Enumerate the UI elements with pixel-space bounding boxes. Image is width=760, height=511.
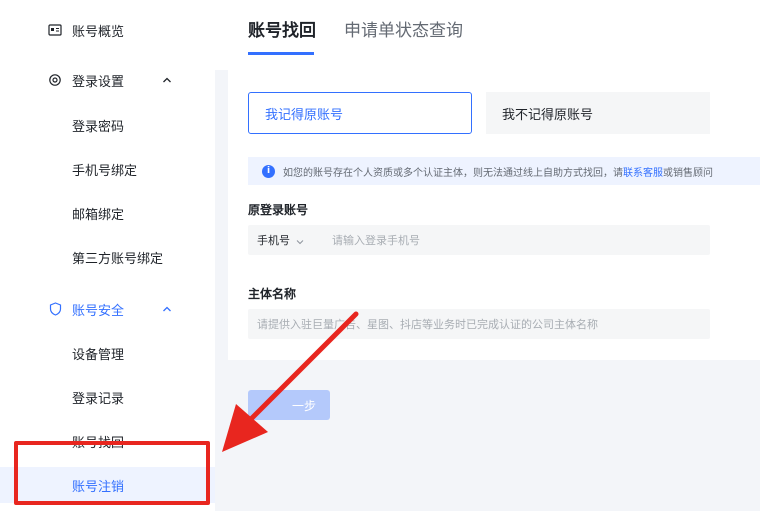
- sidebar-item-label: 手机号绑定: [72, 163, 138, 179]
- account-input-row: 手机号 请输入登录手机号: [248, 225, 710, 255]
- entity-name-label: 主体名称: [248, 287, 297, 301]
- highlight-box: [14, 441, 210, 505]
- next-step-label: 一步: [291, 398, 316, 413]
- sidebar-group-label: 登录设置: [72, 74, 125, 90]
- option-remember-account[interactable]: 我记得原账号: [248, 92, 472, 134]
- notice-tail: 或销售顾问: [663, 167, 713, 179]
- phone-input[interactable]: 请输入登录手机号: [324, 225, 710, 255]
- sidebar-item-email-bind[interactable]: 邮箱绑定: [0, 195, 215, 231]
- sidebar-item-login-records[interactable]: 登录记录: [0, 379, 215, 415]
- sidebar-item-device-management[interactable]: 设备管理: [0, 335, 215, 371]
- entity-name-input[interactable]: 请提供入驻巨量广告、星图、抖店等业务时已完成认证的公司主体名称: [248, 309, 710, 339]
- sidebar-item-phone-bind[interactable]: 手机号绑定: [0, 151, 215, 187]
- info-notice: i 如您的账号存在个人资质或多个认证主体，则无法通过线上自助方式找回，请 联系客服…: [248, 157, 760, 185]
- tab-bar: 账号找回 申请单状态查询: [215, 0, 760, 70]
- contact-support-link[interactable]: 联系客服: [623, 164, 663, 179]
- tab-account-recovery[interactable]: 账号找回: [248, 16, 316, 41]
- sidebar-group-label: 账号安全: [72, 303, 125, 319]
- chevron-up-icon: [161, 303, 173, 315]
- sidebar: 账号概览 登录设置 登录密码 手机号绑定 邮箱绑定 第三方账号绑定 账号安全 设…: [0, 0, 215, 511]
- sidebar-item-label: 登录密码: [72, 119, 125, 135]
- sidebar-item-label: 账号概览: [72, 24, 125, 40]
- info-icon: i: [262, 164, 275, 178]
- option-label: 我记得原账号: [265, 107, 344, 123]
- sidebar-item-login-password[interactable]: 登录密码: [0, 107, 215, 143]
- id-card-icon: [48, 23, 62, 37]
- sidebar-item-label: 设备管理: [72, 347, 125, 363]
- notice-text: 如您的账号存在个人资质或多个认证主体，则无法通过线上自助方式找回，请: [283, 167, 623, 179]
- shield-icon: [48, 302, 62, 316]
- sidebar-group-login-settings[interactable]: 登录设置: [0, 62, 215, 98]
- chevron-down-icon: [296, 236, 304, 245]
- sidebar-item-label: 邮箱绑定: [72, 207, 125, 223]
- account-type-value: 手机号: [257, 234, 290, 247]
- original-account-label: 原登录账号: [248, 203, 309, 217]
- option-forgot-account[interactable]: 我不记得原账号: [486, 92, 710, 134]
- entity-input-row: 请提供入驻巨量广告、星图、抖店等业务时已完成认证的公司主体名称: [248, 309, 710, 339]
- sidebar-item-label: 第三方账号绑定: [72, 251, 164, 267]
- active-tab-indicator: [248, 52, 314, 55]
- tab-status-query[interactable]: 申请单状态查询: [344, 16, 463, 41]
- sidebar-group-account-security[interactable]: 账号安全: [0, 291, 215, 327]
- account-type-select[interactable]: 手机号: [248, 232, 324, 248]
- option-label: 我不记得原账号: [502, 107, 594, 123]
- sidebar-item-label: 登录记录: [72, 391, 125, 407]
- next-step-button[interactable]: 一步: [248, 390, 330, 420]
- sidebar-item-third-party-bind[interactable]: 第三方账号绑定: [0, 239, 215, 275]
- chevron-up-icon: [161, 74, 173, 86]
- gear-icon: [48, 73, 62, 87]
- sidebar-item-overview[interactable]: 账号概览: [0, 12, 215, 48]
